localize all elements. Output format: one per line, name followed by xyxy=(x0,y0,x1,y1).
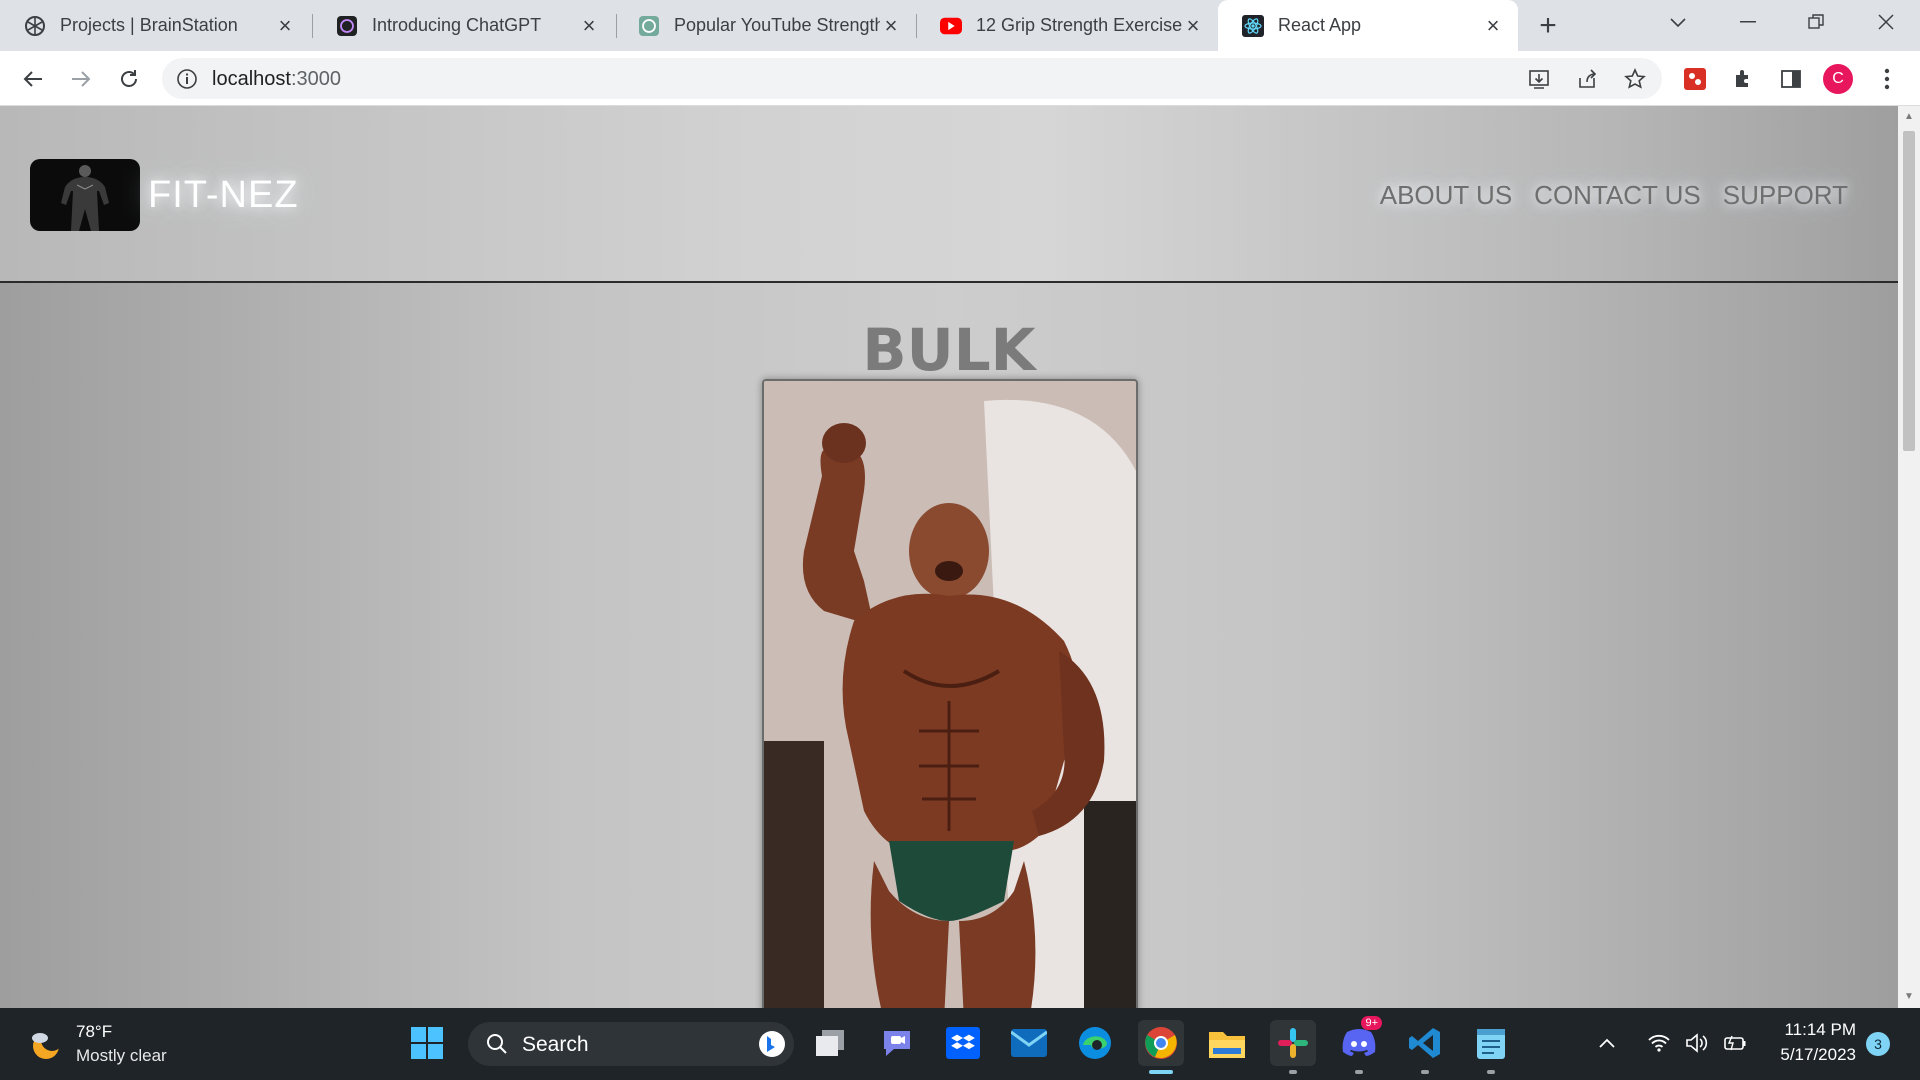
discord-badge: 9+ xyxy=(1361,1016,1382,1030)
address-bar[interactable]: localhost:3000 xyxy=(162,58,1662,99)
side-panel-icon[interactable] xyxy=(1772,60,1810,98)
weather-temp[interactable]: 78°F xyxy=(76,1022,112,1042)
scroll-down-arrow-icon[interactable]: ▼ xyxy=(1898,988,1920,1006)
nav-about-us[interactable]: ABOUT US xyxy=(1380,180,1512,211)
reload-button[interactable] xyxy=(110,60,148,98)
dropbox-icon[interactable] xyxy=(940,1020,986,1066)
tab-grip-strength[interactable]: 12 Grip Strength Exercises × xyxy=(916,0,1218,51)
restore-button[interactable] xyxy=(1788,0,1844,44)
vscode-icon[interactable] xyxy=(1402,1020,1448,1066)
nav-contact-us[interactable]: CONTACT US xyxy=(1534,180,1701,211)
wifi-icon[interactable] xyxy=(1642,1020,1676,1066)
moon-weather-icon[interactable] xyxy=(28,1026,64,1062)
close-window-button[interactable] xyxy=(1858,0,1914,44)
openai-icon xyxy=(638,15,660,37)
chrome-icon[interactable] xyxy=(1138,1020,1184,1066)
task-view-icon[interactable] xyxy=(808,1020,854,1066)
slack-icon[interactable] xyxy=(1270,1020,1316,1066)
page-heading: BULK xyxy=(862,316,1036,384)
new-tab-button[interactable]: + xyxy=(1528,8,1568,44)
tab-youtube-strength[interactable]: Popular YouTube Strength × xyxy=(614,0,916,51)
nav-support[interactable]: SUPPORT xyxy=(1723,180,1848,211)
menu-kebab-icon[interactable] xyxy=(1868,60,1906,98)
tab-strip: Projects | BrainStation × Introducing Ch… xyxy=(0,0,1920,51)
site-info-icon[interactable] xyxy=(176,68,198,90)
tab-close-icon[interactable]: × xyxy=(880,14,902,37)
bodybuilder-photo xyxy=(764,381,1136,1008)
brand-title[interactable]: FIT-NEZ xyxy=(148,174,299,217)
tab-title: Introducing ChatGPT xyxy=(372,15,542,35)
tab-close-icon[interactable]: × xyxy=(1482,14,1504,37)
scroll-thumb[interactable] xyxy=(1903,131,1915,451)
profile-avatar[interactable]: C xyxy=(1823,64,1853,94)
notepad-running-indicator xyxy=(1487,1070,1495,1074)
search-label: Search xyxy=(522,1033,589,1056)
vscode-running-indicator xyxy=(1421,1070,1429,1074)
bodybuilder-logo-icon xyxy=(61,165,109,231)
youtube-icon xyxy=(940,15,962,37)
tab-close-icon[interactable]: × xyxy=(578,14,600,37)
forward-button[interactable] xyxy=(62,60,100,98)
tab-title: Projects | BrainStation xyxy=(60,15,238,35)
search-icon xyxy=(487,1034,507,1054)
bulk-image[interactable] xyxy=(762,379,1138,1008)
discord-running-indicator xyxy=(1355,1070,1363,1074)
share-icon[interactable] xyxy=(1568,60,1606,98)
logo[interactable] xyxy=(30,159,140,231)
tab-react-app[interactable]: React App × xyxy=(1218,0,1518,51)
site-header: FIT-NEZ ABOUT US CONTACT US SUPPORT xyxy=(0,106,1898,283)
install-app-icon[interactable] xyxy=(1520,60,1558,98)
bing-icon[interactable] xyxy=(758,1030,786,1058)
taskbar: 78°F Mostly clear Search 9+ 11:14 PM 5/1… xyxy=(0,1008,1920,1080)
file-explorer-icon[interactable] xyxy=(1204,1020,1250,1066)
windows-start-icon[interactable] xyxy=(404,1020,450,1066)
back-button[interactable] xyxy=(14,60,52,98)
notification-badge[interactable]: 3 xyxy=(1866,1032,1890,1056)
slack-running-indicator xyxy=(1289,1070,1297,1074)
openai-icon xyxy=(336,15,358,37)
react-icon xyxy=(1242,14,1264,37)
edge-icon[interactable] xyxy=(1072,1020,1118,1066)
url-port: :3000 xyxy=(290,68,341,90)
tab-search-chevron-icon[interactable] xyxy=(1650,0,1706,44)
browser-toolbar: localhost:3000 C xyxy=(0,51,1920,106)
discord-icon[interactable]: 9+ xyxy=(1336,1016,1382,1066)
weather-desc[interactable]: Mostly clear xyxy=(76,1046,167,1066)
brainstation-icon xyxy=(24,15,46,37)
tab-close-icon[interactable]: × xyxy=(1182,14,1204,37)
page-viewport: FIT-NEZ ABOUT US CONTACT US SUPPORT BULK xyxy=(0,106,1898,1008)
page-scrollbar[interactable]: ▲ ▼ xyxy=(1898,106,1920,1008)
mail-icon[interactable] xyxy=(1006,1020,1052,1066)
teams-chat-icon[interactable] xyxy=(874,1020,920,1066)
tab-chatgpt[interactable]: Introducing ChatGPT × xyxy=(312,0,614,51)
minimize-button[interactable] xyxy=(1720,0,1776,44)
taskbar-search[interactable]: Search xyxy=(468,1022,794,1066)
tab-title: Popular YouTube Strength xyxy=(674,15,880,35)
tab-brainstation[interactable]: Projects | BrainStation × xyxy=(0,0,310,51)
clock-date[interactable]: 5/17/2023 xyxy=(1780,1045,1856,1065)
tab-close-icon[interactable]: × xyxy=(274,14,296,37)
battery-icon[interactable] xyxy=(1718,1020,1752,1066)
extension-red-icon[interactable] xyxy=(1676,60,1714,98)
notepad-icon[interactable] xyxy=(1468,1020,1514,1066)
url-host: localhost xyxy=(212,68,291,90)
extensions-puzzle-icon[interactable] xyxy=(1724,60,1762,98)
tray-chevron-up-icon[interactable] xyxy=(1590,1020,1624,1066)
tab-title: React App xyxy=(1278,15,1362,35)
clock-time[interactable]: 11:14 PM xyxy=(1784,1020,1856,1040)
site-nav: ABOUT US CONTACT US SUPPORT xyxy=(1380,180,1848,211)
volume-icon[interactable] xyxy=(1680,1020,1714,1066)
bookmark-star-icon[interactable] xyxy=(1616,60,1654,98)
chrome-active-indicator xyxy=(1149,1070,1173,1074)
url-text: localhost:3000 xyxy=(212,68,341,91)
tab-title: 12 Grip Strength Exercises xyxy=(976,15,1182,35)
scroll-up-arrow-icon[interactable]: ▲ xyxy=(1898,108,1920,126)
